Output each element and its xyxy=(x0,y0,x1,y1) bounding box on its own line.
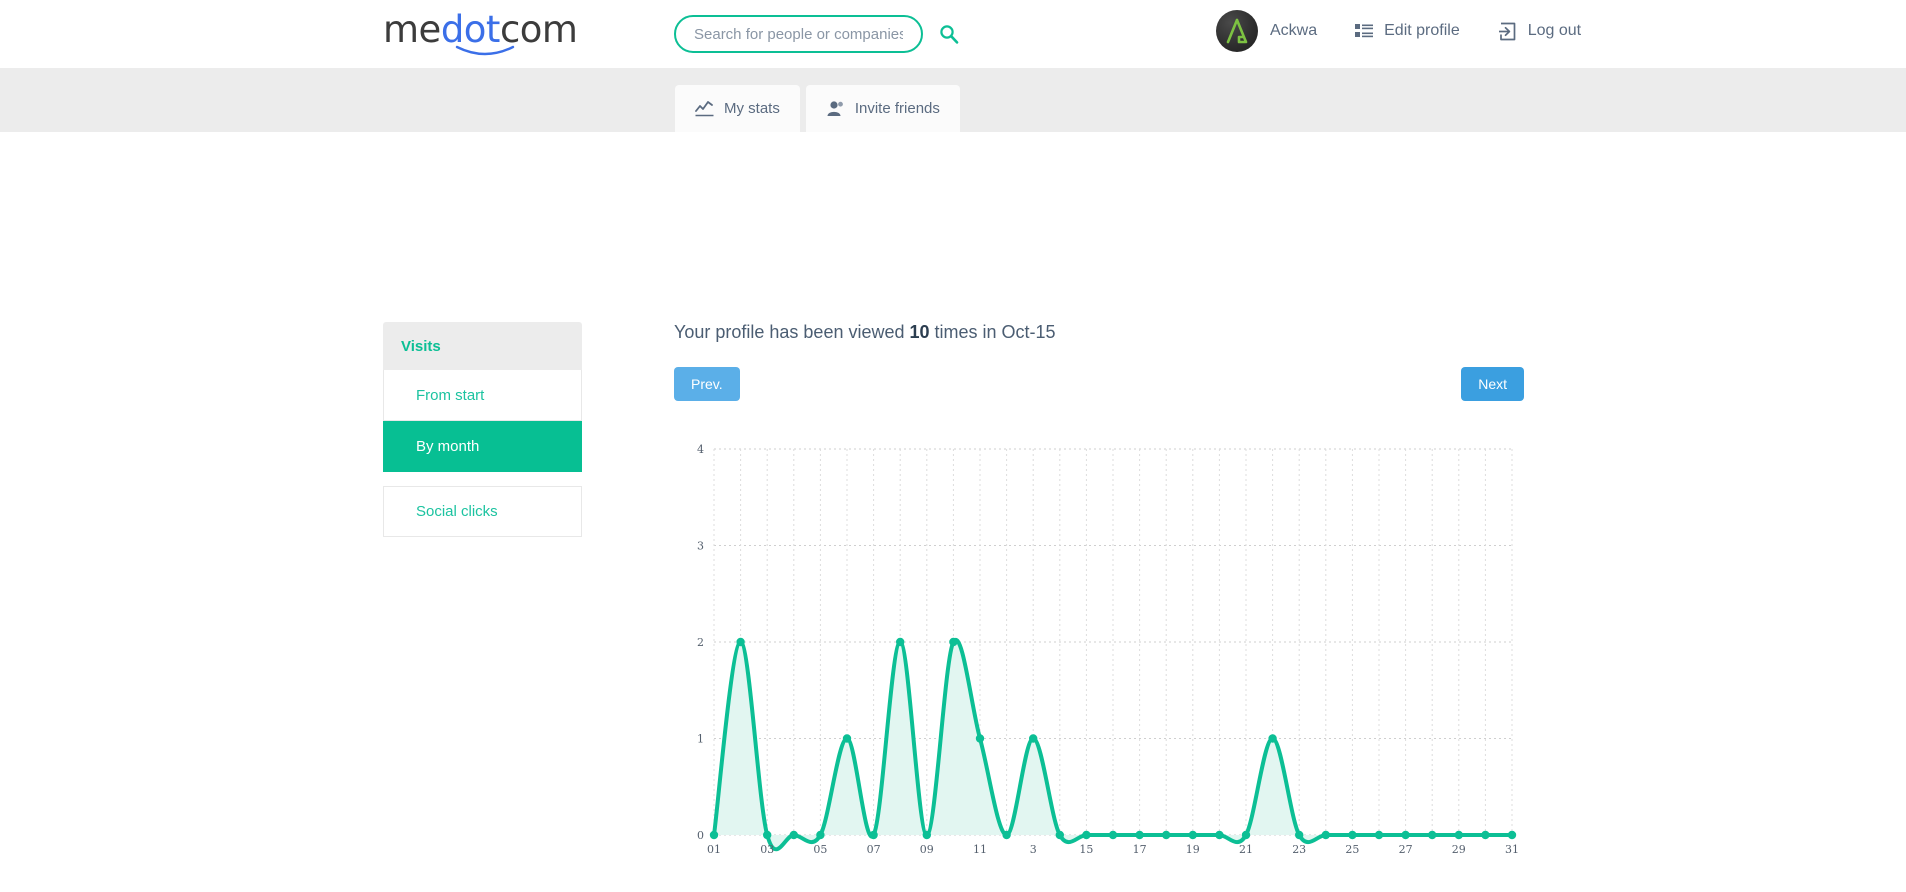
headline-prefix: Your profile has been viewed xyxy=(674,322,910,342)
chart-point xyxy=(1481,830,1490,840)
next-button[interactable]: Next xyxy=(1461,367,1524,401)
visits-chart: 0 1 2 3 4 01 03 05 07 09 11 3 15 17 19 21 23 25 27 29 31 xyxy=(674,431,1524,871)
tab-my-stats-label: My stats xyxy=(724,100,780,117)
prev-button[interactable]: Prev. xyxy=(674,367,740,401)
chart-point xyxy=(1268,734,1277,743)
visits-chart-svg: 0123401 03 05 07 09 11 3 15 17 19 21 23 25 27 29 31 xyxy=(697,443,1519,856)
main-content: Visits From start By month Social clicks… xyxy=(0,132,1906,892)
avatar-logo-icon xyxy=(1226,18,1248,44)
x-axis-tick: 3 xyxy=(1030,843,1037,856)
headline-count: 10 xyxy=(909,322,930,342)
chart-point xyxy=(842,734,852,743)
user-name: Ackwa xyxy=(1270,22,1318,39)
list-detail-icon xyxy=(1355,23,1374,39)
x-axis-tick: 07 xyxy=(867,843,881,856)
chart-point xyxy=(1082,830,1091,840)
x-axis-tick: 09 xyxy=(920,843,934,856)
search-icon xyxy=(940,25,959,44)
x-axis-tick: 31 xyxy=(1505,843,1519,856)
chart-point xyxy=(1507,830,1517,840)
sidebar-item-by-month[interactable]: By month xyxy=(383,421,582,472)
logout-arrow-icon xyxy=(1498,22,1517,41)
chart-point xyxy=(949,637,958,647)
secondary-nav-bar: My stats Invite friends xyxy=(0,68,1906,132)
x-axis-tick: 03 xyxy=(760,843,774,856)
chart-point xyxy=(1162,830,1171,840)
tab-invite-friends-label: Invite friends xyxy=(854,100,940,117)
avatar[interactable] xyxy=(1216,10,1258,52)
chart-point xyxy=(1215,830,1224,840)
chart-point xyxy=(1321,830,1330,840)
y-axis-tick: 2 xyxy=(697,636,704,649)
chart-point xyxy=(1188,830,1197,840)
x-axis-tick: 11 xyxy=(973,843,987,856)
chart-point xyxy=(1055,830,1064,840)
headline-suffix: times in Oct-15 xyxy=(929,322,1056,342)
log-out-label: Log out xyxy=(1527,22,1582,39)
x-axis-tick: 01 xyxy=(707,843,721,856)
tab-my-stats[interactable]: My stats xyxy=(675,85,800,132)
chart-point xyxy=(709,830,719,840)
chart-point xyxy=(922,830,931,840)
sidebar-heading-visits: Visits xyxy=(383,322,582,370)
x-axis-tick: 19 xyxy=(1186,843,1200,856)
chart-point xyxy=(1348,830,1357,840)
x-axis-tick: 21 xyxy=(1239,843,1253,856)
chart-point xyxy=(1241,830,1251,840)
search-input[interactable] xyxy=(674,15,923,53)
user-nav: Ackwa Edit profile Log out xyxy=(1216,10,1581,52)
logo-smile-icon xyxy=(455,45,515,56)
chart-point xyxy=(1108,830,1118,840)
search-area xyxy=(674,15,959,53)
sidebar: Visits From start By month Social clicks xyxy=(383,322,582,537)
site-header: medotcom Ackwa xyxy=(0,0,1906,68)
x-axis-tick: 27 xyxy=(1399,843,1413,856)
page-title: Your profile has been viewed 10 times in… xyxy=(674,322,1524,343)
search-button[interactable] xyxy=(939,24,959,44)
tab-invite-friends[interactable]: Invite friends xyxy=(805,85,960,132)
x-axis-tick: 23 xyxy=(1292,843,1306,856)
pager: Prev. Next xyxy=(674,367,1524,401)
y-axis-tick: 3 xyxy=(697,540,704,553)
chart-point xyxy=(1135,830,1144,840)
edit-profile-link[interactable]: Edit profile xyxy=(1355,22,1460,40)
chart-point xyxy=(763,830,772,840)
x-axis-tick: 17 xyxy=(1133,843,1147,856)
y-axis-tick: 1 xyxy=(697,733,704,746)
y-axis-tick: 0 xyxy=(697,829,704,842)
edit-profile-label: Edit profile xyxy=(1384,22,1460,39)
sidebar-item-from-start[interactable]: From start xyxy=(383,370,582,421)
chart-point xyxy=(1002,830,1011,840)
chart-point xyxy=(1401,830,1410,840)
chart-point xyxy=(896,637,905,647)
tab-list: My stats Invite friends xyxy=(675,85,966,132)
sidebar-item-social-clicks[interactable]: Social clicks xyxy=(383,486,582,537)
logo-part-me: me xyxy=(383,8,441,51)
chart-point xyxy=(1029,734,1038,743)
line-chart-icon xyxy=(695,100,714,117)
y-axis-tick: 4 xyxy=(697,443,704,456)
chart-point xyxy=(1454,830,1463,840)
x-axis-tick: 15 xyxy=(1079,843,1093,856)
chart-point xyxy=(816,830,825,840)
chart-point xyxy=(736,637,745,647)
chart-point xyxy=(975,734,985,743)
x-axis-tick: 25 xyxy=(1345,843,1359,856)
chart-point xyxy=(789,830,798,840)
stats-panel: Your profile has been viewed 10 times in… xyxy=(674,322,1524,871)
person-add-icon xyxy=(826,100,845,117)
x-axis-tick: 29 xyxy=(1452,843,1466,856)
chart-point xyxy=(1295,830,1304,840)
chart-point xyxy=(1428,830,1437,840)
log-out-link[interactable]: Log out xyxy=(1498,22,1581,41)
chart-point xyxy=(869,830,878,840)
x-axis-tick: 05 xyxy=(813,843,827,856)
chart-point xyxy=(1374,830,1384,840)
